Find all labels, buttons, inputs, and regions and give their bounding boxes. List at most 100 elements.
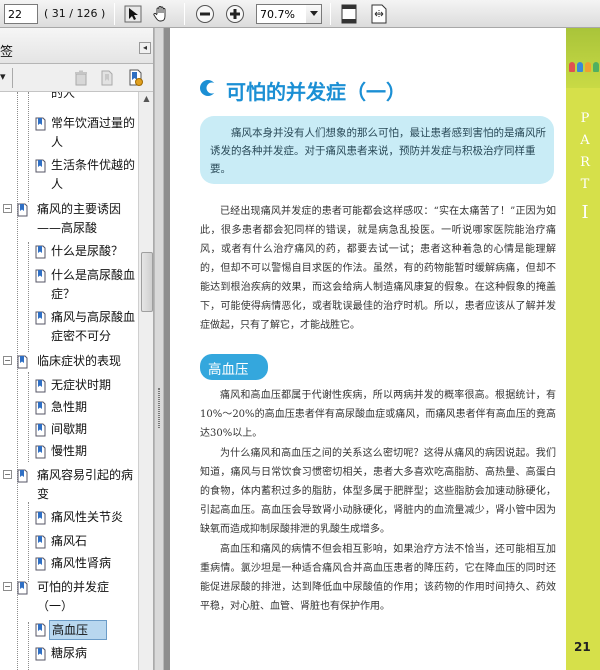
bookmark-icon bbox=[35, 445, 46, 459]
bookmark-item[interactable]: 痛风性关节炎 bbox=[0, 508, 138, 530]
hand-tool-button[interactable] bbox=[150, 4, 172, 24]
bookmark-label: 痛风容易引起的病变 bbox=[37, 468, 134, 501]
bookmark-item[interactable]: 的人 bbox=[0, 92, 138, 106]
bookmark-tree: 的人 常年饮酒过量的人 生活条件优越的人 − 痛风的主要诱因——高尿酸 什么是尿… bbox=[0, 92, 138, 670]
bookmark-icon bbox=[35, 117, 46, 131]
document-page: PART Ⅰ 21 可怕的并发症（一） 痛风本身并没有人们想象的那么可怕，最让患… bbox=[170, 28, 600, 670]
bookmark-item[interactable]: 痛风性肾病 bbox=[0, 554, 138, 576]
bookmark-from-selection-icon[interactable] bbox=[128, 69, 144, 87]
zoom-out-button[interactable] bbox=[194, 4, 216, 24]
collapse-toggle[interactable]: − bbox=[3, 582, 12, 591]
bookmark-item[interactable]: 常年饮酒过量的人 bbox=[0, 114, 138, 154]
part-label: PART Ⅰ bbox=[578, 108, 592, 224]
page-count-label: ( 31 / 126 ) bbox=[44, 7, 106, 20]
bookmark-label: 的人 bbox=[51, 92, 76, 100]
bookmark-item[interactable]: 痛风与高尿酸血症密不可分 bbox=[0, 308, 138, 348]
part-number: Ⅰ bbox=[581, 202, 589, 223]
bookmark-item[interactable]: 什么是尿酸？ bbox=[0, 242, 138, 264]
trash-icon[interactable] bbox=[74, 70, 88, 86]
bookmark-label: 什么是高尿酸血症？ bbox=[51, 268, 136, 301]
bookmark-icon bbox=[17, 469, 28, 483]
figure-decoration bbox=[577, 62, 583, 72]
bookmark-label: 痛风的主要诱因——高尿酸 bbox=[37, 202, 122, 235]
page-number-input[interactable] bbox=[4, 4, 38, 24]
bookmark-icon bbox=[17, 581, 28, 595]
tools-separator bbox=[12, 68, 13, 88]
bookmark-item[interactable]: − 可怕的并发症（一） bbox=[0, 578, 138, 618]
select-cursor-icon bbox=[124, 5, 142, 23]
section-title: 高血压 bbox=[208, 362, 249, 378]
scrollbar-thumb[interactable] bbox=[141, 252, 153, 312]
bookmark-item[interactable]: 糖尿病 bbox=[0, 644, 138, 666]
bookmark-item[interactable]: 生活条件优越的人 bbox=[0, 156, 138, 196]
scroll-up-arrow[interactable]: ▲ bbox=[140, 94, 153, 108]
figure-decoration bbox=[569, 62, 575, 72]
bookmark-item[interactable]: − 临床症状的表现 bbox=[0, 352, 138, 374]
bookmark-label: 急性期 bbox=[51, 400, 88, 414]
bookmark-icon bbox=[17, 203, 28, 217]
toolbar: ( 31 / 126 ) bbox=[0, 0, 600, 28]
body-paragraph: 高血压和痛风的病情不但会相互影响，如果治疗方法不恰当，还可能相互加重病情。氯沙坦… bbox=[200, 544, 556, 612]
bookmark-item-selected[interactable]: 高血压 bbox=[0, 620, 138, 642]
bookmark-item[interactable]: − 痛风的主要诱因——高尿酸 bbox=[0, 200, 138, 240]
bookmark-icon bbox=[35, 647, 46, 661]
bookmark-icon bbox=[35, 379, 46, 393]
title-crescent-icon bbox=[200, 80, 216, 96]
collapse-toggle[interactable]: − bbox=[3, 204, 12, 213]
bookmark-label: 可怕的并发症（一） bbox=[37, 580, 110, 613]
bookmark-icon bbox=[35, 511, 46, 525]
collapse-panel-button[interactable]: ◂ bbox=[139, 42, 151, 54]
bookmarks-toolbar: ▾ bbox=[0, 64, 153, 92]
bookmark-icon bbox=[35, 245, 46, 259]
collapse-toggle[interactable]: − bbox=[3, 470, 12, 479]
bookmark-item[interactable]: − 痛风容易引起的病变 bbox=[0, 466, 138, 506]
bookmarks-panel-header: 签 ◂ bbox=[0, 28, 153, 64]
panel-splitter[interactable] bbox=[154, 28, 164, 670]
bookmark-label: 什么是尿酸？ bbox=[51, 244, 124, 258]
bookmark-label: 临床症状的表现 bbox=[37, 354, 122, 368]
toolbar-separator bbox=[330, 3, 331, 25]
bookmark-label: 高血压 bbox=[49, 620, 107, 640]
figure-decoration bbox=[593, 62, 599, 72]
new-bookmark-icon[interactable] bbox=[100, 70, 114, 86]
fit-page-button[interactable] bbox=[338, 4, 360, 24]
fit-width-icon bbox=[371, 4, 387, 24]
side-band-illustration bbox=[566, 28, 600, 88]
bookmark-scrollbar[interactable]: ▲ bbox=[138, 92, 153, 670]
panel-title: 签 bbox=[0, 45, 14, 60]
bookmark-item[interactable]: 急性期 bbox=[0, 398, 138, 420]
splitter-grip bbox=[158, 388, 160, 428]
bookmark-icon bbox=[35, 557, 46, 571]
bookmark-icon bbox=[35, 423, 46, 437]
bookmark-item[interactable]: 慢性期 bbox=[0, 442, 138, 464]
collapse-toggle[interactable]: − bbox=[3, 356, 12, 365]
body-paragraph: 为什么痛风和高血压之间的关系这么密切呢？这得从痛风的病因说起。我们知道，痛风与日… bbox=[200, 448, 556, 535]
bookmark-icon bbox=[35, 401, 46, 415]
bookmark-label: 无症状时期 bbox=[51, 378, 112, 392]
options-dropdown[interactable]: ▾ bbox=[0, 70, 6, 83]
fit-width-button[interactable] bbox=[368, 4, 390, 24]
bookmark-item[interactable]: 间歇期 bbox=[0, 420, 138, 442]
bookmark-icon bbox=[17, 355, 28, 369]
zoom-dropdown-button[interactable] bbox=[306, 4, 322, 24]
chapter-title: 可怕的并发症（一） bbox=[226, 80, 406, 104]
zoom-in-icon bbox=[226, 5, 244, 23]
bookmark-item[interactable]: 什么是高尿酸血症？ bbox=[0, 266, 138, 306]
bookmark-label: 糖尿病 bbox=[51, 646, 88, 660]
bookmark-icon bbox=[35, 159, 46, 173]
zoom-level-input[interactable] bbox=[256, 4, 308, 24]
bookmark-icon bbox=[35, 311, 46, 325]
chevron-down-icon bbox=[309, 11, 318, 16]
page-number: 21 bbox=[574, 640, 591, 654]
fit-page-icon bbox=[341, 4, 357, 24]
bookmark-item[interactable]: 痛风石 bbox=[0, 532, 138, 554]
bookmark-item[interactable]: 无症状时期 bbox=[0, 376, 138, 398]
toolbar-separator bbox=[114, 3, 115, 25]
body-paragraph: 已经出现痛风并发症的患者可能都会这样感叹：“实在太痛苦了！”正因为如此，很多患者… bbox=[200, 206, 556, 331]
bookmark-label: 痛风石 bbox=[51, 534, 88, 548]
zoom-in-button[interactable] bbox=[224, 4, 246, 24]
intro-text: 痛风本身并没有人们想象的那么可怕，最让患者感到害怕的是痛风所诱发的各种并发症。对… bbox=[210, 127, 546, 175]
bookmark-label: 痛风性肾病 bbox=[51, 556, 112, 570]
pdf-reader-window: ( 31 / 126 ) bbox=[0, 0, 600, 670]
select-tool-button[interactable] bbox=[122, 4, 144, 24]
